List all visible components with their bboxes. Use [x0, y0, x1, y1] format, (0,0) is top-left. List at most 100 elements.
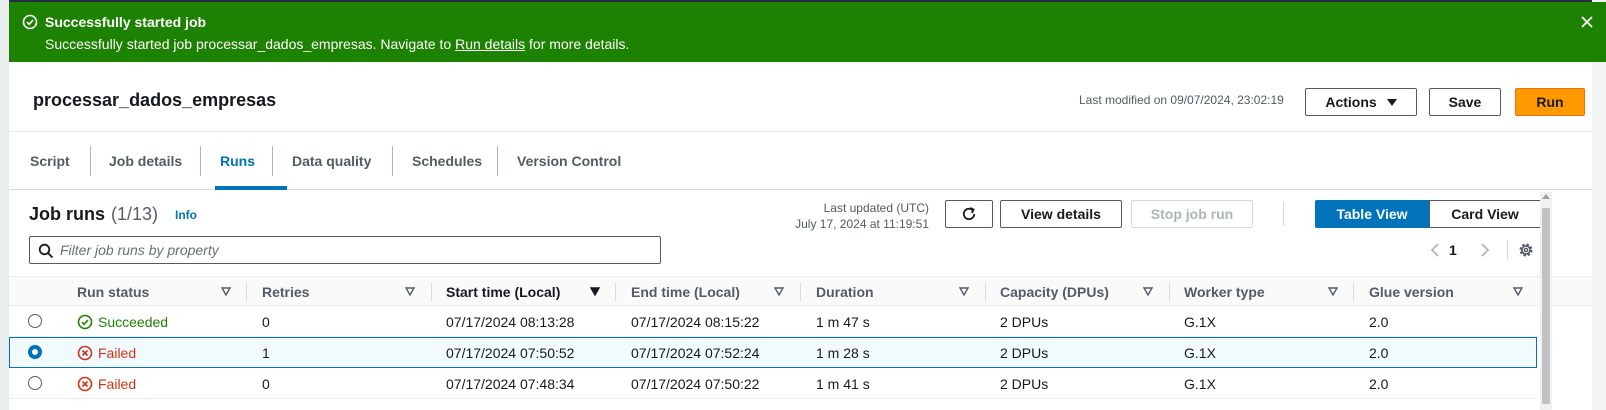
sort-icon[interactable] [1513, 287, 1523, 296]
duration-cell: 1 m 28 s [816, 344, 870, 361]
status-failed-icon [77, 376, 93, 391]
worker-type-cell: G.1X [1184, 375, 1216, 392]
column-header-capacity[interactable]: Capacity (DPUs) [1000, 277, 1150, 307]
search-icon [38, 243, 54, 259]
status-indicator: Failed [77, 376, 136, 392]
column-header-start-time[interactable]: Start time (Local) [446, 277, 596, 307]
close-icon[interactable] [1579, 14, 1595, 30]
tab-runs[interactable]: Runs [220, 132, 255, 190]
duration-cell: 1 m 47 s [816, 313, 870, 330]
save-button[interactable]: Save [1429, 88, 1501, 116]
table-row[interactable]: Succeeded 0 07/17/2024 08:13:28 07/17/20… [9, 306, 1537, 337]
column-header-run-status[interactable]: Run status [77, 277, 237, 307]
sort-icon[interactable] [959, 287, 969, 296]
chevron-right-icon[interactable] [1479, 242, 1491, 258]
tab-script[interactable]: Script [30, 132, 70, 190]
run-status-cell: Failed [77, 338, 136, 367]
vertical-scrollbar[interactable] [1540, 192, 1552, 410]
sort-icon[interactable] [405, 287, 415, 296]
page-number[interactable]: 1 [1449, 242, 1457, 258]
last-updated-value: July 17, 2024 at 11:19:51 [795, 217, 929, 231]
info-link[interactable]: Info [175, 208, 197, 222]
worker-type-cell: G.1X [1184, 313, 1216, 330]
chevron-left-icon[interactable] [1429, 242, 1441, 258]
column-header-glue-version[interactable]: Glue version [1369, 277, 1519, 307]
caret-down-icon [1386, 98, 1397, 106]
column-label: Duration [816, 284, 874, 300]
column-header-end-time[interactable]: End time (Local) [631, 277, 781, 307]
sort-icon[interactable] [1143, 287, 1153, 296]
refresh-icon [962, 207, 976, 221]
table-row[interactable]: Failed 0 07/17/2024 07:48:34 07/17/2024 … [9, 368, 1537, 399]
capacity-cell: 2 DPUs [1000, 375, 1049, 392]
sort-descending-icon[interactable] [590, 287, 600, 296]
capacity-cell: 2 DPUs [1000, 344, 1049, 361]
column-header-duration[interactable]: Duration [816, 277, 966, 307]
table-view-toggle[interactable]: Table View [1315, 200, 1429, 228]
column-label: Capacity (DPUs) [1000, 284, 1109, 300]
job-tabs: Script Job details Runs Data quality Sch… [9, 132, 1592, 190]
job-header: processar_dados_empresas Last modified o… [9, 62, 1592, 132]
flash-message-prefix: Successfully started job processar_dados… [45, 36, 456, 52]
status-indicator: Succeeded [77, 314, 168, 330]
tab-schedules[interactable]: Schedules [412, 132, 482, 190]
gear-icon[interactable] [1517, 241, 1535, 259]
status-failed-icon [77, 345, 93, 360]
tab-divider [497, 146, 498, 176]
start-time-cell: 07/17/2024 07:48:34 [446, 375, 575, 392]
status-text: Succeeded [98, 313, 169, 330]
sort-icon[interactable] [774, 287, 784, 296]
view-details-button[interactable]: View details [1000, 200, 1122, 228]
sort-icon[interactable] [221, 287, 231, 296]
row-select-radio[interactable] [28, 345, 42, 359]
filter-input[interactable] [60, 240, 650, 260]
tab-version-control[interactable]: Version Control [517, 132, 621, 190]
glue-version-cell: 2.0 [1369, 344, 1389, 361]
card-view-toggle[interactable]: Card View [1429, 200, 1541, 228]
left-gutter [0, 0, 9, 410]
run-status-cell: Failed [77, 368, 136, 399]
end-time-cell: 07/17/2024 07:50:22 [631, 375, 760, 392]
run-status-cell: Succeeded [77, 306, 168, 337]
tab-data-quality[interactable]: Data quality [292, 132, 371, 190]
column-divider [985, 283, 986, 301]
stop-job-run-button[interactable]: Stop job run [1131, 200, 1253, 228]
column-label: Start time (Local) [446, 284, 561, 300]
table-header: Run status Retries Start time (Local) En… [9, 276, 1592, 306]
status-text: Failed [98, 344, 137, 361]
sort-icon[interactable] [1328, 287, 1338, 296]
toolbar-divider [1283, 202, 1284, 226]
duration-cell: 1 m 41 s [816, 375, 870, 392]
actions-dropdown-button[interactable]: Actions [1305, 88, 1417, 116]
job-runs-title: Job runs [29, 204, 106, 224]
column-label: Retries [262, 284, 310, 300]
status-text: Failed [98, 375, 137, 392]
tab-divider [272, 146, 273, 176]
row-select-radio[interactable] [28, 314, 42, 328]
tab-divider [90, 146, 91, 176]
check-circle-icon [22, 14, 38, 30]
tab-divider [392, 146, 393, 176]
job-runs-panel: Job runs (1/13) Info Last updated (UTC) … [9, 190, 1592, 410]
glue-version-cell: 2.0 [1369, 375, 1389, 392]
column-label: End time (Local) [631, 284, 740, 300]
column-divider [800, 283, 801, 301]
run-button[interactable]: Run [1515, 88, 1585, 116]
last-updated: Last updated (UTC) July 17, 2024 at 11:1… [761, 200, 929, 232]
refresh-button[interactable] [945, 200, 993, 228]
end-time-cell: 07/17/2024 07:52:24 [631, 344, 760, 361]
tab-job-details[interactable]: Job details [109, 132, 182, 190]
scrollbar-thumb[interactable] [1542, 208, 1550, 404]
column-divider [431, 283, 432, 301]
column-header-worker-type[interactable]: Worker type [1184, 277, 1334, 307]
scroll-up-arrow-icon[interactable] [1542, 194, 1550, 199]
row-select-radio[interactable] [28, 376, 42, 390]
retries-cell: 0 [262, 313, 270, 330]
run-details-link[interactable]: Run details [455, 36, 525, 52]
status-success-icon [77, 314, 93, 329]
start-time-cell: 07/17/2024 08:13:28 [446, 313, 575, 330]
last-modified-text: Last modified on 09/07/2024, 23:02:19 [1079, 93, 1284, 107]
column-divider [1169, 283, 1170, 301]
table-row-selected[interactable]: Failed 1 07/17/2024 07:50:52 07/17/2024 … [9, 337, 1537, 368]
column-header-retries[interactable]: Retries [262, 277, 412, 307]
